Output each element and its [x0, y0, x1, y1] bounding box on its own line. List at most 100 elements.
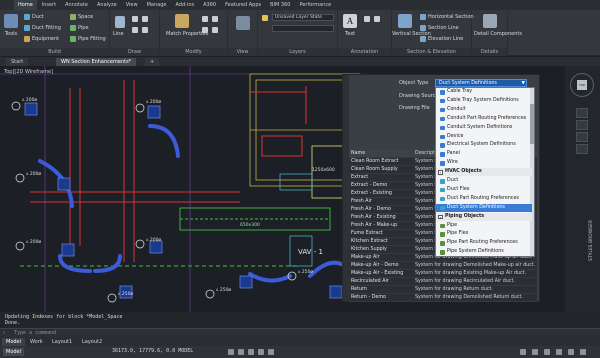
dropdown-option[interactable]: Electrical System Definitions — [436, 141, 532, 149]
dropdown-option[interactable]: Pipe Flex — [436, 230, 532, 238]
horizontal-section-button[interactable]: Horizontal Section — [420, 14, 474, 20]
layout-tab-layout2[interactable]: Layout2 — [78, 338, 106, 346]
build-panel-title[interactable]: Build — [0, 48, 109, 56]
grid-toggle-icon[interactable] — [228, 349, 234, 355]
space-button[interactable]: Space — [70, 14, 93, 20]
vertical-section-icon[interactable] — [398, 14, 412, 28]
chevron-down-icon[interactable]: ▼ — [522, 80, 525, 87]
fullscreen-icon[interactable] — [568, 349, 574, 355]
table-row[interactable]: Return - Demo System for drawing Demolish… — [349, 294, 537, 302]
arc-icon[interactable] — [132, 16, 138, 22]
dropdown-option[interactable]: Device — [436, 133, 532, 141]
dropdown-option[interactable]: Duct — [436, 177, 532, 185]
detail-components-icon[interactable] — [483, 14, 497, 28]
dropdown-option[interactable]: Duct Flex — [436, 186, 532, 194]
hatch-icon[interactable] — [142, 27, 148, 33]
model-space-button[interactable]: Model — [3, 348, 25, 356]
collapse-toggle-icon[interactable]: - — [438, 214, 443, 220]
snap-toggle-icon[interactable] — [238, 349, 244, 355]
navigation-wheel-icon[interactable] — [576, 108, 588, 118]
dropdown-option[interactable]: Duct Part Routing Preferences — [436, 195, 532, 203]
viewport-label[interactable]: Top][2D Wireframe] — [4, 69, 53, 75]
section-panel-title[interactable]: Section & Elevation — [392, 48, 471, 56]
ribbon-tab-add-ins[interactable]: Add-ins — [171, 0, 198, 10]
table-row[interactable]: Make-up Air - Demo System for drawing Dem… — [349, 262, 537, 270]
dropdown-option[interactable]: Cable Tray System Definitions — [436, 97, 532, 105]
leader-icon[interactable] — [374, 16, 380, 22]
table-row[interactable]: Recirculated Air System for drawing Recir… — [349, 278, 537, 286]
annotation-scale-icon[interactable] — [532, 349, 538, 355]
styles-browser-tab[interactable]: STYLES BROWSER — [589, 220, 594, 261]
dropdown-option[interactable]: Duct System Definitions — [436, 203, 532, 213]
object-type-dropdown-list[interactable]: Cable Tray Cable Tray System Definitions C… — [435, 87, 535, 257]
table-row[interactable]: Return System for drawing Return duct. — [349, 286, 537, 294]
text-icon[interactable]: A — [343, 14, 357, 28]
ribbon-tab-analyze[interactable]: Analyze — [93, 0, 121, 10]
new-tab-button[interactable]: + — [145, 58, 160, 66]
command-line[interactable]: › Type a command — [0, 328, 600, 337]
dropdown-option[interactable]: Conduit Part Routing Preferences — [436, 115, 532, 123]
orbit-icon[interactable] — [576, 144, 588, 154]
duct-fitting-button[interactable]: Duct Fitting — [24, 25, 61, 31]
ribbon-tab-view[interactable]: View — [122, 0, 142, 10]
ortho-toggle-icon[interactable] — [248, 349, 254, 355]
view-icon[interactable] — [236, 16, 250, 30]
layer-state-dropdown[interactable]: Unsaved Layer State — [272, 14, 334, 21]
osnap-toggle-icon[interactable] — [268, 349, 274, 355]
line-icon[interactable] — [115, 16, 125, 28]
layout-tab-work[interactable]: Work — [26, 338, 47, 346]
polar-toggle-icon[interactable] — [258, 349, 264, 355]
pan-icon[interactable] — [576, 120, 588, 130]
dropdown-option[interactable]: Conduit — [436, 106, 532, 114]
layer-dropdown[interactable] — [272, 25, 334, 32]
table-row[interactable]: Make-up Air - Existing System for drawing… — [349, 270, 537, 278]
view-panel-title[interactable]: View — [228, 48, 257, 56]
layout-tab-model[interactable]: Model — [2, 338, 26, 346]
tab-start[interactable]: Start — [6, 58, 29, 66]
layout-tab-layout1[interactable]: Layout1 — [48, 338, 76, 346]
draw-panel-title[interactable]: Draw — [110, 48, 159, 56]
tools-icon[interactable] — [4, 14, 18, 28]
dropdown-group-header[interactable]: - Piping Objects — [436, 212, 532, 221]
command-input[interactable]: Type a command — [14, 330, 56, 336]
dimension-icon[interactable] — [364, 16, 370, 22]
circle-icon[interactable] — [142, 16, 148, 22]
dropdown-option[interactable]: Conduit System Definitions — [436, 124, 532, 132]
move-icon[interactable] — [202, 16, 208, 22]
duct-button[interactable]: Duct — [24, 14, 44, 20]
pipe-fitting-button[interactable]: Pipe Fitting — [70, 36, 106, 42]
workspace-gear-icon[interactable] — [520, 349, 526, 355]
dropdown-option[interactable]: Wire — [436, 159, 532, 167]
ribbon-tab-featured-apps[interactable]: Featured Apps — [221, 0, 265, 10]
ribbon-tab-annotate[interactable]: Annotate — [61, 0, 92, 10]
ribbon-tab-a360[interactable]: A360 — [199, 0, 220, 10]
equipment-button[interactable]: Equipment — [24, 36, 59, 42]
details-panel-title[interactable]: Details — [472, 48, 507, 56]
ribbon-tab-manage[interactable]: Manage — [143, 0, 171, 10]
rectangle-icon[interactable] — [132, 27, 138, 33]
hardware-acceleration-icon[interactable] — [556, 349, 562, 355]
mirror-icon[interactable] — [212, 27, 218, 33]
customization-menu-icon[interactable] — [580, 349, 586, 355]
elevation-line-button[interactable]: Elevation Line — [420, 36, 463, 42]
dropdown-group-header[interactable]: - HVAC Objects — [436, 168, 532, 177]
ribbon-tab-performance[interactable]: Performance — [295, 0, 335, 10]
section-line-button[interactable]: Section Line — [420, 25, 459, 31]
annotation-panel-title[interactable]: Annotation — [338, 48, 391, 56]
dropdown-option[interactable]: Cable Tray — [436, 88, 532, 96]
ribbon-tab-home[interactable]: Home — [14, 0, 37, 10]
zoom-icon[interactable] — [576, 132, 588, 142]
layer-properties-icon[interactable] — [262, 15, 268, 21]
object-type-select[interactable]: Duct System Definitions ▼ — [435, 79, 527, 87]
dropdown-option[interactable]: Panel — [436, 150, 532, 158]
rotate-icon[interactable] — [212, 16, 218, 22]
pipe-button[interactable]: Pipe — [70, 25, 89, 31]
viewcube-face[interactable]: TOP — [577, 80, 587, 90]
ribbon-tab-bim-360[interactable]: BIM 360 — [266, 0, 294, 10]
dropdown-option[interactable]: Pipe — [436, 222, 532, 230]
copy-icon[interactable] — [202, 27, 208, 33]
grid-header-name[interactable]: Name — [351, 150, 413, 158]
isolate-objects-icon[interactable] — [544, 349, 550, 355]
tab-wn-section-enhancements[interactable]: WN Section Enhancements* — [56, 58, 137, 66]
modify-panel-title[interactable]: Modify — [160, 48, 227, 56]
